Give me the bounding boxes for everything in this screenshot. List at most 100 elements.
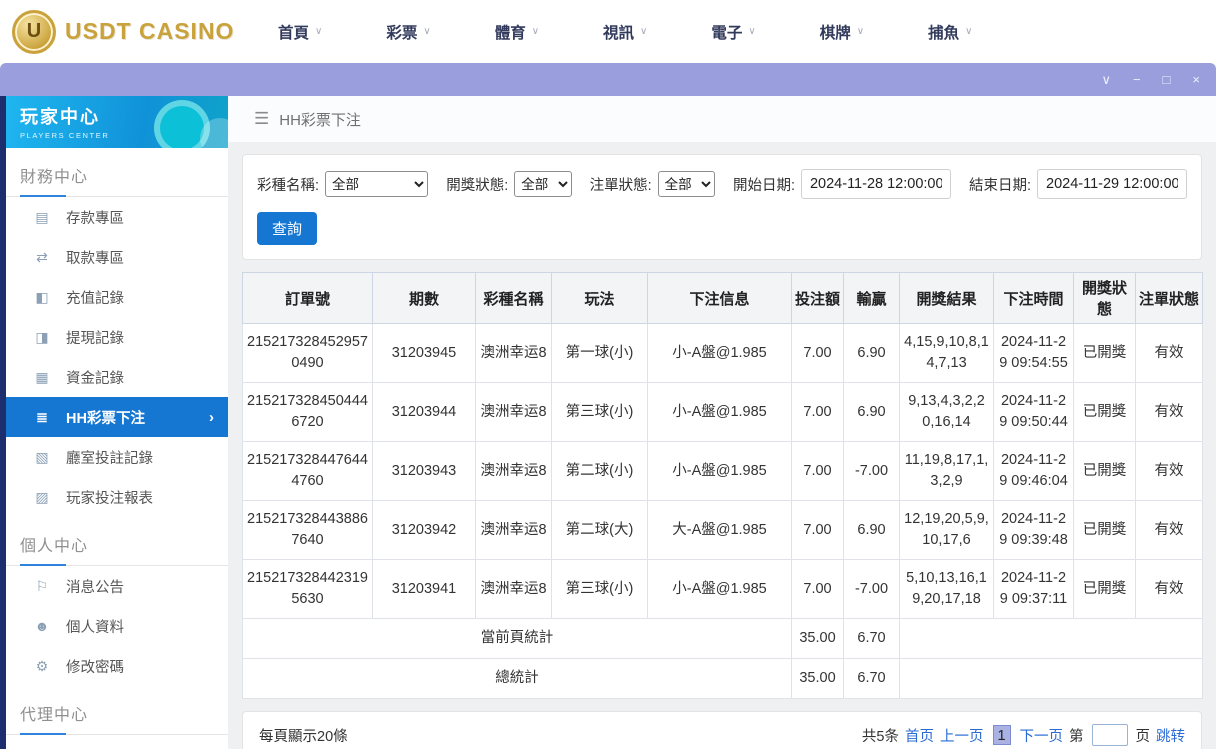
window-controls: ∨ − □ ×: [1101, 73, 1200, 86]
table-cell: -7.00: [843, 559, 900, 620]
table-cell: 大-A盤@1.985: [647, 500, 792, 561]
table-cell: 31203942: [372, 500, 476, 561]
sidebar-item-label: 提現記錄: [66, 330, 124, 347]
nav-item-home[interactable]: 首頁 ∨: [278, 21, 322, 43]
window-maximize-icon[interactable]: □: [1163, 73, 1171, 86]
table-cell: 6.90: [843, 322, 900, 384]
sidebar-subtitle: PLAYERS CENTER: [20, 131, 110, 140]
bell-icon: ⚐: [35, 577, 49, 594]
chevron-down-icon: ∨: [315, 26, 323, 37]
jump-button[interactable]: 跳转: [1156, 725, 1185, 746]
sidebar-item-label: 充值記錄: [66, 290, 124, 307]
player-report-icon: ▨: [35, 488, 49, 505]
nav-item-live-video[interactable]: 視訊 ∨: [603, 21, 647, 43]
section-personal: 個人中心: [6, 517, 228, 566]
table-cell: 澳洲幸运8: [475, 500, 552, 561]
table-cell: 小-A盤@1.985: [647, 559, 792, 620]
nav-label: 視訊: [603, 24, 635, 42]
page-summary-empty: [899, 618, 1203, 660]
nav-item-slots[interactable]: 電子 ∨: [711, 21, 755, 43]
room-bet-record-icon: ▧: [35, 448, 49, 465]
sidebar-item-recharge-record[interactable]: ◧ 充值記錄: [6, 277, 228, 317]
filter-row: 彩種名稱: 全部 開獎狀態: 全部 注單狀態: 全部 開始日期: 結束日期:: [257, 169, 1188, 199]
current-page-button[interactable]: 1: [992, 725, 1011, 746]
draw-status-select[interactable]: 全部: [514, 171, 572, 197]
filter-panel: 彩種名稱: 全部 開獎狀態: 全部 注單狀態: 全部 開始日期: 結束日期: 查…: [242, 154, 1202, 260]
table-cell: 2024-11-29 09:54:55: [993, 322, 1074, 384]
sidebar-item-player-report[interactable]: ▨ 玩家投注報表: [6, 477, 228, 517]
sidebar-item-label: 廳室投註記錄: [66, 450, 153, 467]
sidebar-item-announcements[interactable]: ⚐ 消息公告: [6, 566, 228, 606]
table-cell: 第二球(大): [551, 500, 648, 561]
table-cell: 第三球(小): [551, 382, 648, 443]
coin-letter: U: [26, 20, 42, 42]
nav-label: 彩票: [386, 24, 418, 42]
col-period: 期數: [372, 272, 476, 324]
sidebar-item-withdrawal-record[interactable]: ◨ 提現記錄: [6, 317, 228, 357]
sidebar-item-label: 消息公告: [66, 579, 124, 596]
table-cell: 已開獎: [1073, 382, 1136, 443]
table-cell: 有效: [1135, 382, 1203, 443]
window-minimize-icon[interactable]: −: [1133, 73, 1141, 86]
col-bet-info: 下注信息: [647, 272, 792, 324]
nav-item-sports[interactable]: 體育 ∨: [495, 21, 539, 43]
end-date-input[interactable]: [1037, 169, 1188, 199]
sidebar-item-change-password[interactable]: ⚙ 修改密碼: [6, 646, 228, 686]
sidebar-item-lottery-bets[interactable]: ≣ HH彩票下注 ›: [6, 397, 228, 437]
players-center-header: 玩家中心 PLAYERS CENTER: [6, 96, 228, 148]
nav-item-fishing[interactable]: 捕魚 ∨: [928, 21, 972, 43]
window-collapse-icon[interactable]: ∨: [1101, 73, 1111, 86]
grand-summary-empty: [899, 658, 1203, 700]
table-cell: 12,19,20,5,9,10,17,6: [899, 500, 994, 561]
sidebar-item-profile[interactable]: ☻ 個人資料: [6, 606, 228, 646]
draw-status-label: 開獎狀態:: [446, 177, 509, 194]
order-status-select[interactable]: 全部: [657, 171, 715, 197]
col-lottery-name: 彩種名稱: [475, 272, 552, 324]
table-cell: 有效: [1135, 500, 1203, 561]
brand-logo[interactable]: U USDT CASINO: [0, 9, 233, 54]
prev-page-link[interactable]: 上一页: [940, 725, 984, 746]
grand-summary-bet-total: 35.00: [791, 658, 844, 700]
sidebar-title: 玩家中心: [20, 107, 100, 127]
start-date-input[interactable]: [800, 169, 951, 199]
table-cell: 已開獎: [1073, 441, 1136, 502]
table-cell: 2152173284438867640: [242, 500, 373, 561]
col-order-status: 注單狀態: [1135, 272, 1203, 324]
deposit-icon: ▤: [35, 208, 49, 225]
jump-label-prefix: 第: [1069, 728, 1084, 745]
window-title-bar: ∨ − □ ×: [0, 63, 1216, 96]
funds-record-icon: ▦: [35, 368, 49, 385]
first-page-link[interactable]: 首页: [905, 725, 934, 746]
table-cell: 11,19,8,17,1,3,2,9: [899, 441, 994, 502]
nav-label: 棋牌: [819, 24, 851, 42]
window-close-icon[interactable]: ×: [1192, 73, 1200, 86]
end-date-label: 結束日期:: [968, 177, 1032, 194]
table-cell: 2024-11-29 09:39:48: [993, 500, 1074, 561]
col-bet-time: 下注時間: [993, 272, 1074, 324]
sidebar-item-funds-record[interactable]: ▦ 資金記錄: [6, 357, 228, 397]
nav-label: 電子: [711, 24, 743, 42]
menu-toggle-icon[interactable]: ☰: [254, 109, 269, 129]
sidebar-item-label: HH彩票下注: [66, 410, 145, 427]
col-win-loss: 輸贏: [843, 272, 900, 324]
page-summary-label: 當前頁統計: [242, 618, 792, 660]
nav-item-lottery[interactable]: 彩票 ∨: [386, 21, 430, 43]
sidebar-item-label: 玩家投注報表: [66, 490, 153, 507]
table-cell: 6.90: [843, 500, 900, 561]
nav-label: 捕魚: [928, 24, 960, 42]
order-status-label: 注單狀態:: [589, 177, 652, 194]
nav-item-chess[interactable]: 棋牌 ∨: [820, 21, 864, 43]
table-cell: 2152173284529570490: [242, 322, 373, 384]
next-page-link[interactable]: 下一页: [1020, 725, 1064, 746]
sidebar-item-room-bet-record[interactable]: ▧ 廳室投註記錄: [6, 437, 228, 477]
table-cell: 2024-11-29 09:50:44: [993, 382, 1074, 443]
table-cell: 有效: [1135, 559, 1203, 620]
sidebar-item-deposit[interactable]: ▤ 存款專區: [6, 197, 228, 237]
table-cell: 31203943: [372, 441, 476, 502]
sidebar-item-withdraw[interactable]: ⇄ 取款專區: [6, 237, 228, 277]
search-button[interactable]: 查詢: [257, 212, 318, 245]
lottery-name-select[interactable]: 全部: [325, 171, 429, 197]
table-cell: 2152173284423195630: [242, 559, 373, 620]
page-jump-input[interactable]: [1091, 724, 1128, 747]
table-row: 2152173284423195630 31203941 澳洲幸运8 第三球(小…: [242, 559, 1203, 620]
